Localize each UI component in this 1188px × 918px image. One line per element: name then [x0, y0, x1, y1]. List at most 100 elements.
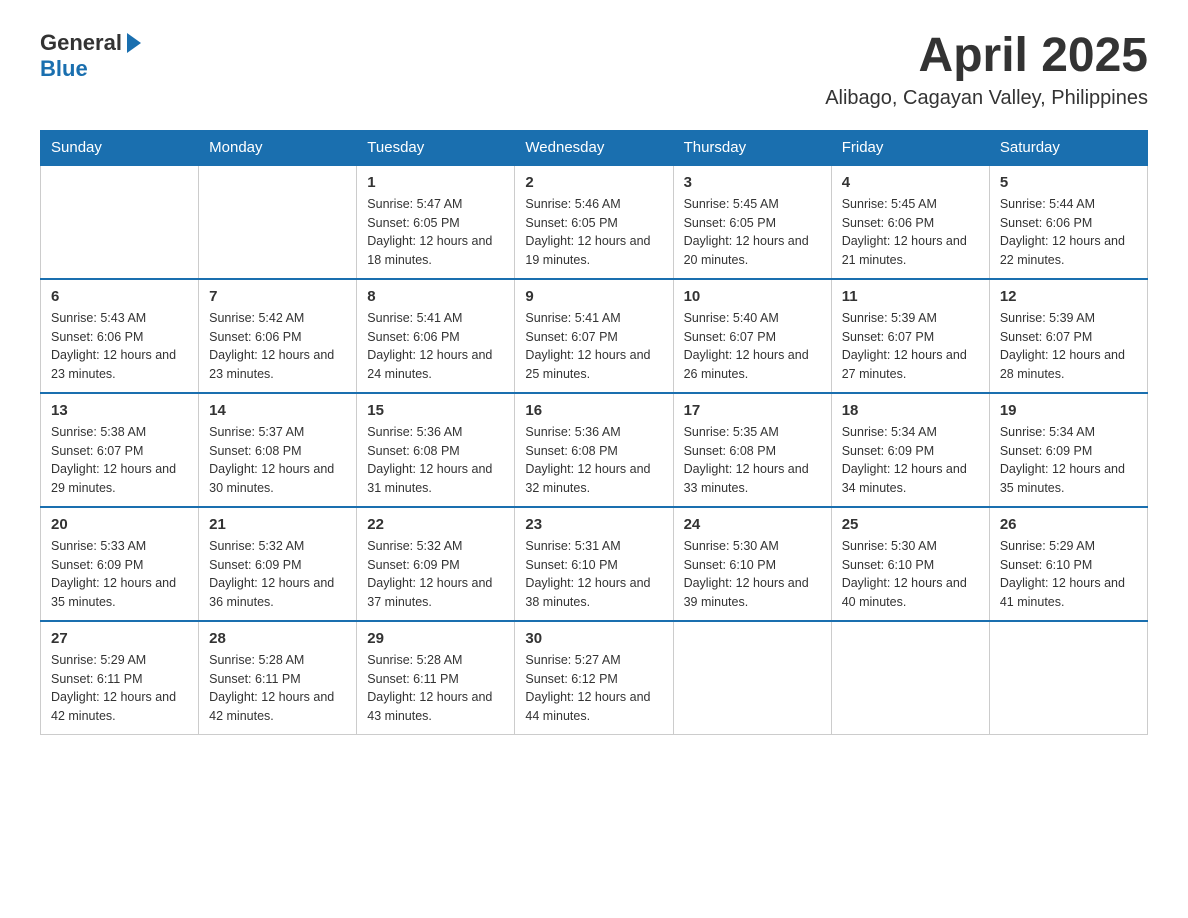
cell-date-number: 29: [367, 630, 504, 647]
title-block: April 2025 Alibago, Cagayan Valley, Phil…: [825, 30, 1148, 110]
calendar-cell: 9Sunrise: 5:41 AMSunset: 6:07 PMDaylight…: [515, 279, 673, 393]
cell-sun-info: Sunrise: 5:45 AMSunset: 6:05 PMDaylight:…: [684, 195, 821, 270]
calendar-title: April 2025: [825, 30, 1148, 83]
calendar-cell: 25 Sunrise: 5:30 AMSunset: 6:10 PMDayligh…: [831, 507, 989, 621]
cell-date-number: 26: [1000, 516, 1137, 533]
calendar-cell: 6Sunrise: 5:43 AMSunset: 6:06 PMDaylight…: [41, 279, 199, 393]
cell-date-number: 23: [525, 516, 662, 533]
cell-date-number: 21: [209, 516, 346, 533]
weekday-header: Wednesday: [515, 130, 673, 165]
weekday-header: Friday: [831, 130, 989, 165]
weekday-header: Tuesday: [357, 130, 515, 165]
calendar-cell: 15Sunrise: 5:36 AMSunset: 6:08 PMDayligh…: [357, 393, 515, 507]
calendar-week-row: 6Sunrise: 5:43 AMSunset: 6:06 PMDaylight…: [41, 279, 1148, 393]
cell-date-number: 25: [842, 516, 979, 533]
cell-sun-info: Sunrise: 5:34 AMSunset: 6:09 PMDaylight:…: [842, 423, 979, 498]
cell-sun-info: Sunrise: 5:44 AMSunset: 6:06 PMDaylight:…: [1000, 195, 1137, 270]
cell-date-number: 22: [367, 516, 504, 533]
calendar-cell: [989, 621, 1147, 735]
cell-sun-info: Sunrise: 5:33 AMSunset: 6:09 PMDaylight:…: [51, 537, 188, 612]
calendar-cell: 12 Sunrise: 5:39 AMSunset: 6:07 PMDayligh…: [989, 279, 1147, 393]
calendar-cell: 7 Sunrise: 5:42 AMSunset: 6:06 PMDaylight…: [199, 279, 357, 393]
cell-date-number: 30: [525, 630, 662, 647]
cell-sun-info: Sunrise: 5:30 AMSunset: 6:10 PMDaylight:…: [684, 537, 821, 612]
cell-sun-info: Sunrise: 5:36 AMSunset: 6:08 PMDaylight:…: [525, 423, 662, 498]
weekday-header: Thursday: [673, 130, 831, 165]
calendar-cell: 19Sunrise: 5:34 AMSunset: 6:09 PMDayligh…: [989, 393, 1147, 507]
calendar-cell: 10 Sunrise: 5:40 AMSunset: 6:07 PMDayligh…: [673, 279, 831, 393]
cell-date-number: 1: [367, 174, 504, 191]
calendar-cell: [41, 165, 199, 279]
calendar-cell: 20 Sunrise: 5:33 AMSunset: 6:09 PMDayligh…: [41, 507, 199, 621]
cell-date-number: 7: [209, 288, 346, 305]
calendar-cell: 4 Sunrise: 5:45 AMSunset: 6:06 PMDaylight…: [831, 165, 989, 279]
calendar-cell: 3 Sunrise: 5:45 AMSunset: 6:05 PMDaylight…: [673, 165, 831, 279]
cell-date-number: 4: [842, 174, 979, 191]
cell-date-number: 18: [842, 402, 979, 419]
logo-general-text: General: [40, 30, 122, 56]
cell-date-number: 17: [684, 402, 821, 419]
cell-date-number: 14: [209, 402, 346, 419]
calendar-table: SundayMondayTuesdayWednesdayThursdayFrid…: [40, 130, 1148, 735]
calendar-week-row: 20 Sunrise: 5:33 AMSunset: 6:09 PMDayligh…: [41, 507, 1148, 621]
calendar-cell: 27 Sunrise: 5:29 AMSunset: 6:11 PMDayligh…: [41, 621, 199, 735]
cell-sun-info: Sunrise: 5:32 AMSunset: 6:09 PMDaylight:…: [367, 537, 504, 612]
weekday-header: Monday: [199, 130, 357, 165]
cell-sun-info: Sunrise: 5:28 AMSunset: 6:11 PMDaylight:…: [209, 651, 346, 726]
cell-date-number: 8: [367, 288, 504, 305]
weekday-header: Saturday: [989, 130, 1147, 165]
cell-sun-info: Sunrise: 5:39 AMSunset: 6:07 PMDaylight:…: [842, 309, 979, 384]
calendar-cell: 5Sunrise: 5:44 AMSunset: 6:06 PMDaylight…: [989, 165, 1147, 279]
weekday-header: Sunday: [41, 130, 199, 165]
cell-sun-info: Sunrise: 5:40 AMSunset: 6:07 PMDaylight:…: [684, 309, 821, 384]
calendar-cell: 14 Sunrise: 5:37 AMSunset: 6:08 PMDayligh…: [199, 393, 357, 507]
cell-sun-info: Sunrise: 5:37 AMSunset: 6:08 PMDaylight:…: [209, 423, 346, 498]
cell-date-number: 27: [51, 630, 188, 647]
logo-icon: [124, 33, 141, 53]
calendar-cell: 2 Sunrise: 5:46 AMSunset: 6:05 PMDaylight…: [515, 165, 673, 279]
calendar-subtitle: Alibago, Cagayan Valley, Philippines: [825, 87, 1148, 110]
cell-sun-info: Sunrise: 5:45 AMSunset: 6:06 PMDaylight:…: [842, 195, 979, 270]
cell-date-number: 12: [1000, 288, 1137, 305]
calendar-cell: 13Sunrise: 5:38 AMSunset: 6:07 PMDayligh…: [41, 393, 199, 507]
calendar-cell: 30 Sunrise: 5:27 AMSunset: 6:12 PMDayligh…: [515, 621, 673, 735]
cell-sun-info: Sunrise: 5:43 AMSunset: 6:06 PMDaylight:…: [51, 309, 188, 384]
cell-date-number: 24: [684, 516, 821, 533]
cell-sun-info: Sunrise: 5:31 AMSunset: 6:10 PMDaylight:…: [525, 537, 662, 612]
cell-sun-info: Sunrise: 5:29 AMSunset: 6:11 PMDaylight:…: [51, 651, 188, 726]
calendar-cell: 8 Sunrise: 5:41 AMSunset: 6:06 PMDaylight…: [357, 279, 515, 393]
page-header: General Blue April 2025 Alibago, Cagayan…: [40, 30, 1148, 110]
calendar-week-row: 27 Sunrise: 5:29 AMSunset: 6:11 PMDayligh…: [41, 621, 1148, 735]
cell-date-number: 28: [209, 630, 346, 647]
calendar-week-row: 13Sunrise: 5:38 AMSunset: 6:07 PMDayligh…: [41, 393, 1148, 507]
cell-date-number: 2: [525, 174, 662, 191]
cell-sun-info: Sunrise: 5:42 AMSunset: 6:06 PMDaylight:…: [209, 309, 346, 384]
cell-sun-info: Sunrise: 5:46 AMSunset: 6:05 PMDaylight:…: [525, 195, 662, 270]
cell-sun-info: Sunrise: 5:28 AMSunset: 6:11 PMDaylight:…: [367, 651, 504, 726]
calendar-cell: [199, 165, 357, 279]
cell-date-number: 10: [684, 288, 821, 305]
cell-sun-info: Sunrise: 5:36 AMSunset: 6:08 PMDaylight:…: [367, 423, 504, 498]
cell-date-number: 16: [525, 402, 662, 419]
calendar-cell: 22 Sunrise: 5:32 AMSunset: 6:09 PMDayligh…: [357, 507, 515, 621]
calendar-week-row: 1Sunrise: 5:47 AMSunset: 6:05 PMDaylight…: [41, 165, 1148, 279]
cell-sun-info: Sunrise: 5:39 AMSunset: 6:07 PMDaylight:…: [1000, 309, 1137, 384]
cell-sun-info: Sunrise: 5:27 AMSunset: 6:12 PMDaylight:…: [525, 651, 662, 726]
cell-sun-info: Sunrise: 5:29 AMSunset: 6:10 PMDaylight:…: [1000, 537, 1137, 612]
calendar-cell: 16 Sunrise: 5:36 AMSunset: 6:08 PMDayligh…: [515, 393, 673, 507]
calendar-cell: 24 Sunrise: 5:30 AMSunset: 6:10 PMDayligh…: [673, 507, 831, 621]
cell-date-number: 13: [51, 402, 188, 419]
calendar-cell: 23 Sunrise: 5:31 AMSunset: 6:10 PMDayligh…: [515, 507, 673, 621]
calendar-cell: 28 Sunrise: 5:28 AMSunset: 6:11 PMDayligh…: [199, 621, 357, 735]
calendar-cell: 18 Sunrise: 5:34 AMSunset: 6:09 PMDayligh…: [831, 393, 989, 507]
cell-date-number: 11: [842, 288, 979, 305]
calendar-cell: [673, 621, 831, 735]
cell-sun-info: Sunrise: 5:41 AMSunset: 6:06 PMDaylight:…: [367, 309, 504, 384]
cell-sun-info: Sunrise: 5:35 AMSunset: 6:08 PMDaylight:…: [684, 423, 821, 498]
calendar-cell: 29 Sunrise: 5:28 AMSunset: 6:11 PMDayligh…: [357, 621, 515, 735]
cell-date-number: 3: [684, 174, 821, 191]
calendar-cell: 17 Sunrise: 5:35 AMSunset: 6:08 PMDayligh…: [673, 393, 831, 507]
cell-date-number: 20: [51, 516, 188, 533]
calendar-cell: 1Sunrise: 5:47 AMSunset: 6:05 PMDaylight…: [357, 165, 515, 279]
cell-sun-info: Sunrise: 5:30 AMSunset: 6:10 PMDaylight:…: [842, 537, 979, 612]
